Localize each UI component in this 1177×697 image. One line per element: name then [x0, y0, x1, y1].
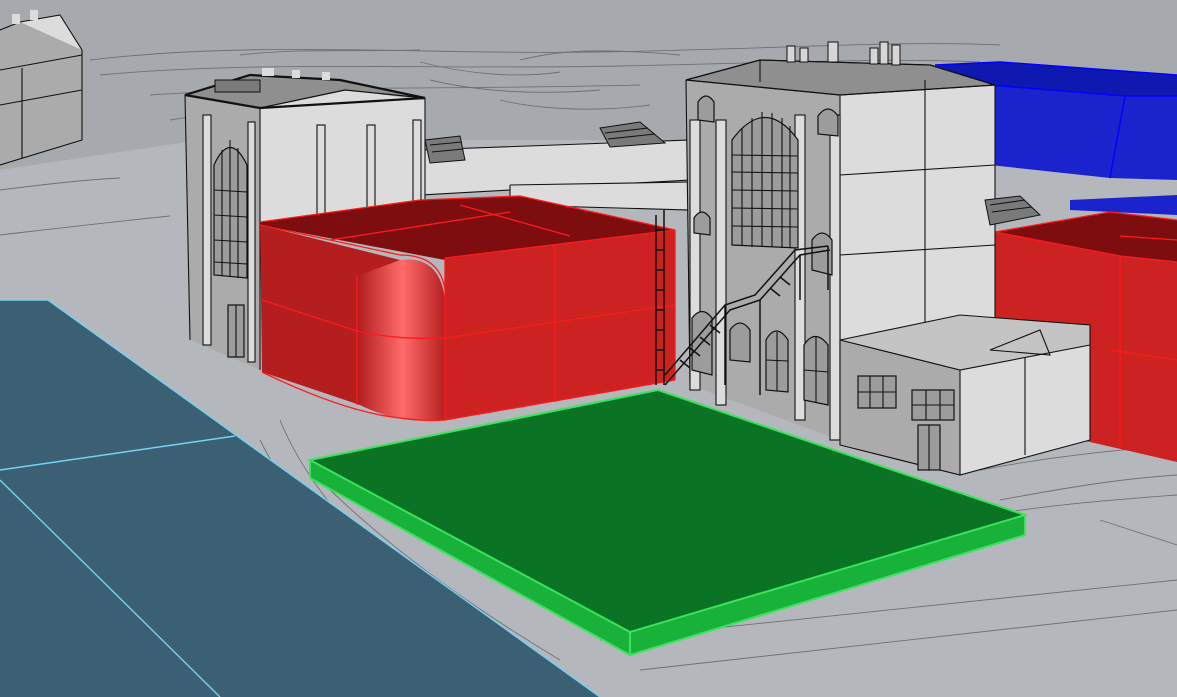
red-volume-left[interactable] [259, 195, 676, 422]
3d-viewport[interactable] [0, 0, 1177, 697]
perspective-scene[interactable] [0, 0, 1177, 697]
distant-building [0, 10, 83, 166]
